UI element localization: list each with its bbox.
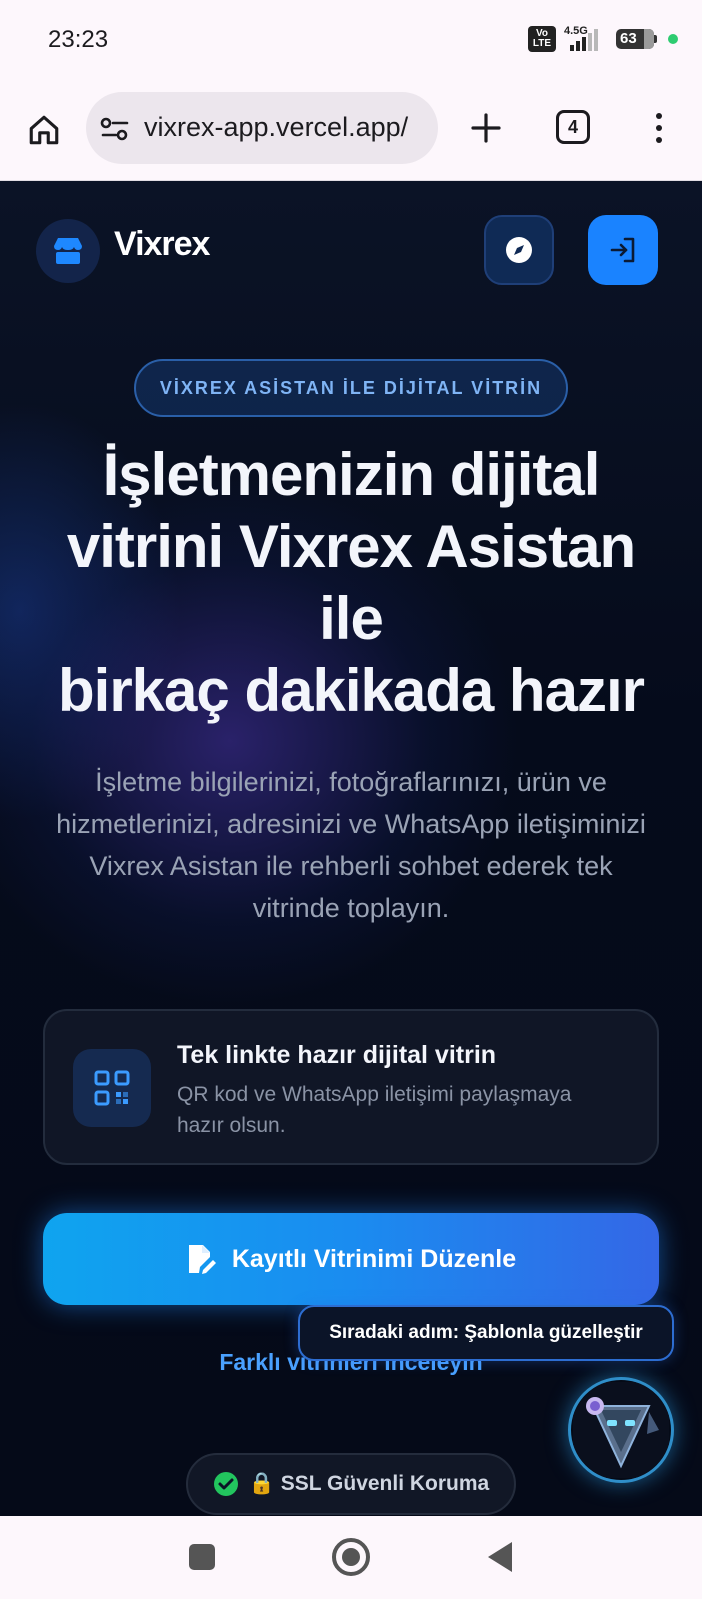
edit-document-icon [188, 1245, 216, 1274]
login-button[interactable] [588, 215, 658, 285]
ssl-badge: 🔒 SSL Güvenli Koruma [186, 1453, 516, 1515]
next-step-tooltip[interactable]: Sıradaki adım: Şablonla güzelleştir [298, 1305, 674, 1361]
hero-title-line: İşletmenizin dijital [102, 441, 601, 508]
browser-menu-button[interactable] [642, 106, 676, 150]
system-navigation-bar [0, 1516, 702, 1599]
edit-storefront-label: Kayıtlı Vitrinimi Düzenle [231, 1244, 517, 1273]
feature-card: Tek linkte hazır dijital vitrin QR kod v… [43, 1009, 659, 1165]
hero-title-line: birkaç dakikada hazır [58, 657, 645, 724]
compass-icon [506, 237, 532, 263]
feature-description: QR kod ve WhatsApp iletişimi paylaşmaya … [177, 1083, 572, 1137]
hero-badge: VİXREX ASİSTAN İLE DİJİTAL VİTRİN [134, 359, 568, 417]
address-bar[interactable]: vixrex-app.vercel.app/ [86, 92, 438, 164]
back-button[interactable] [488, 1542, 512, 1572]
status-time: 23:23 [48, 26, 109, 53]
login-icon [610, 237, 635, 263]
recents-button[interactable] [189, 1544, 215, 1570]
home-icon [29, 115, 59, 145]
privacy-indicator-dot [668, 34, 678, 44]
assistant-avatar-button[interactable] [568, 1377, 674, 1483]
hero-title-line: ile [319, 585, 384, 652]
hero-subtitle: İşletme bilgilerinizi, fotoğraflarınızı,… [56, 767, 646, 923]
feature-title: Tek linkte hazır dijital vitrin [177, 1041, 497, 1069]
system-home-button[interactable] [332, 1538, 370, 1576]
tab-switcher-button[interactable]: 4 [556, 110, 590, 144]
new-tab-button[interactable] [464, 106, 508, 150]
battery-icon: 63 [616, 29, 657, 49]
hero-title-line: vitrini Vixrex Asistan [66, 513, 636, 580]
check-circle-icon [213, 1472, 238, 1496]
status-bar: 23:23 Vo LTE 4.5G 63 [0, 0, 702, 84]
store-logo-icon[interactable] [36, 219, 100, 283]
ssl-badge-label: 🔒 SSL Güvenli Koruma [248, 1472, 490, 1495]
explore-button[interactable] [484, 215, 554, 285]
site-settings-icon[interactable] [100, 116, 130, 142]
page-content: Vixrex VİXREX ASİSTAN İLE DİJİTAL VİTRİN… [0, 181, 702, 1516]
robot-mascot-icon [573, 1382, 669, 1478]
status-indicators: Vo LTE 4.5G 63 [528, 25, 678, 52]
qr-code-icon [73, 1049, 151, 1127]
brand-name[interactable]: Vixrex [114, 225, 210, 264]
signal-icon: 4.5G [564, 25, 608, 51]
battery-level: 63 [620, 30, 637, 47]
edit-storefront-button[interactable]: Kayıtlı Vitrinimi Düzenle [43, 1213, 659, 1305]
url-text[interactable]: vixrex-app.vercel.app/ [144, 112, 408, 143]
plus-icon [471, 113, 501, 143]
volte-icon: Vo LTE [528, 26, 556, 52]
browser-toolbar: vixrex-app.vercel.app/ 4 [0, 84, 702, 181]
browser-home-button[interactable] [22, 108, 66, 152]
hero-title: İşletmenizin dijital vitrini Vixrex Asis… [30, 439, 672, 727]
